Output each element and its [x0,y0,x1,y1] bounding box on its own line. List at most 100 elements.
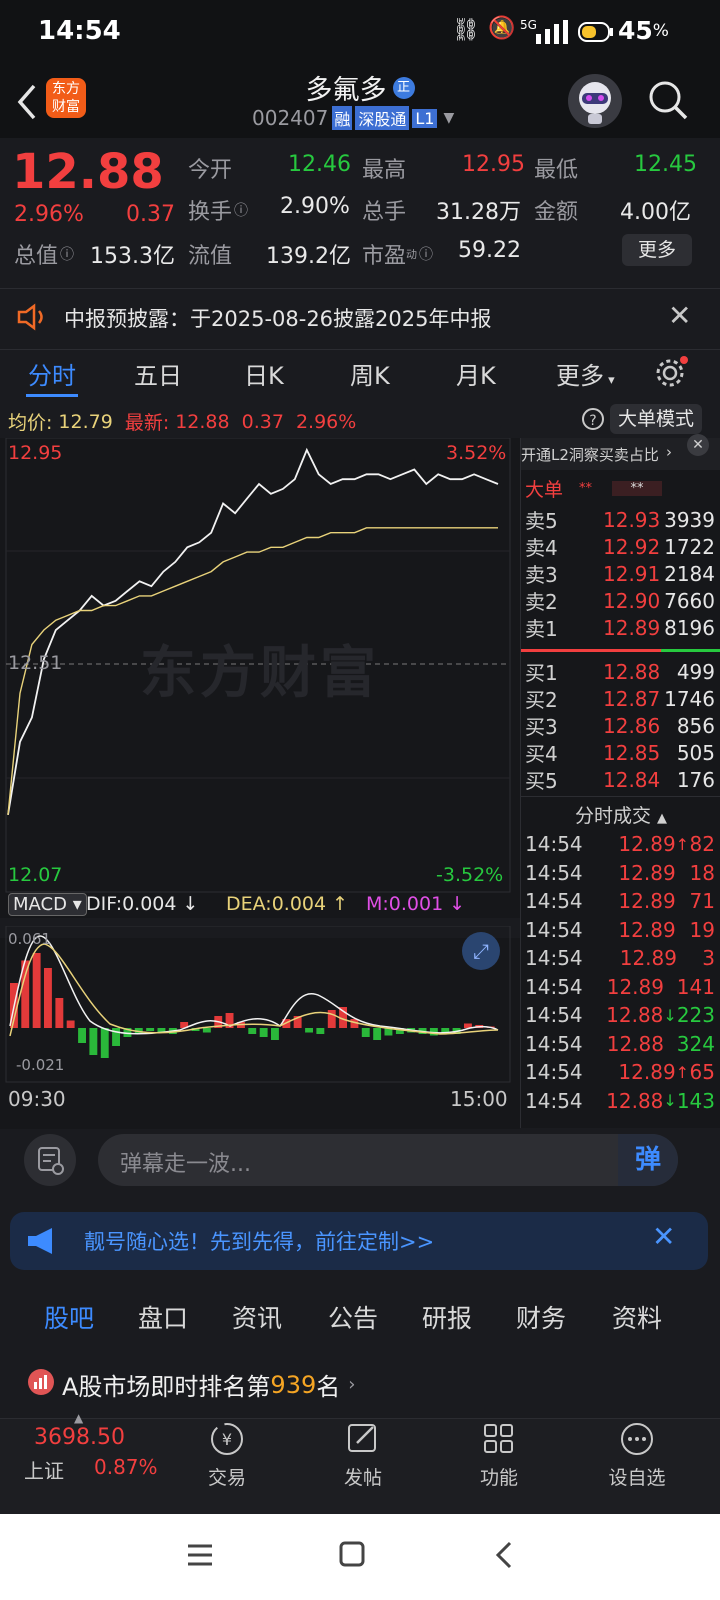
tab-news[interactable]: 资讯 [232,1299,282,1335]
l2-banner[interactable]: 开通L2洞察买卖占比 › ✕ [521,434,720,470]
expand-icon[interactable]: ⤢ [462,932,500,970]
megaphone-icon [26,1226,60,1260]
notice-text: 中报预披露：于2025-08-26披露2025年中报 [64,307,492,331]
more-button[interactable]: 更多 [622,234,692,266]
tab-announcement[interactable]: 公告 [328,1299,378,1335]
danmu-settings-icon[interactable] [24,1134,76,1186]
section-tabs: 股吧 盘口 资讯 公告 研报 财务 资料 [0,1285,720,1354]
avg-info: 均价: 12.79 最新: 12.88 0.37 2.96% [8,408,356,435]
tab-monthly-k[interactable]: 月K [456,356,496,391]
speaker-icon [16,303,48,335]
index-pct[interactable]: 0.87% [94,1455,158,1479]
tab-weekly-k[interactable]: 周K [350,356,390,391]
bid-row[interactable]: 买5 12.84 176 [521,766,720,794]
close-banner-icon[interactable]: ✕ [687,434,709,456]
mktcap-value: 153.3亿 [90,244,175,269]
danmu-send-button[interactable]: 弹 [618,1134,678,1186]
tick-row: 14:54 12.88 ↓ 223 [525,1003,715,1028]
macd-svg [5,926,511,1083]
promo-close-icon[interactable]: ✕ [652,1220,675,1253]
robot-assistant-icon[interactable] [568,74,622,128]
intraday-chart[interactable]: 东方财富 12.95 3.52% 12.51 12.07 -3.52% [0,438,520,918]
tab-guba[interactable]: 股吧 [44,1299,94,1335]
tick-row: 14:54 12.88 ↓ 143 [525,1088,715,1113]
ask-row[interactable]: 卖5 12.93 3939 [521,506,720,534]
bid-row[interactable]: 买4 12.85 505 [521,739,720,767]
macd-bar [44,968,52,1028]
ask-row[interactable]: 卖2 12.90 7660 [521,587,720,615]
home-icon[interactable] [338,1540,366,1572]
info-icon[interactable]: ⓘ [60,244,74,264]
help-icon[interactable]: ? [582,408,604,430]
dea-value: DEA:0.004 ↑ [226,893,349,915]
close-icon[interactable]: ✕ [668,299,691,332]
pe-label: 市盈动 ⓘ [362,244,434,269]
tab-daily-k[interactable]: 日K [244,356,284,391]
tab-five-day[interactable]: 五日 [134,356,182,391]
change-value: 0.37 [126,202,175,227]
ask-row[interactable]: 卖4 12.92 1722 [521,533,720,561]
tag-connect: 深股通 [355,106,410,130]
index-value[interactable]: 3698.50 [34,1425,125,1450]
macd-bar [66,1020,75,1028]
tick-row: 14:54 12.89 18 [525,860,715,885]
recent-apps-icon[interactable] [186,1542,214,1572]
open-value: 12.46 [288,152,351,177]
watermark: 东方财富 [140,641,380,706]
nav-trade[interactable]: ¥ 交易 [202,1419,252,1490]
bid-row[interactable]: 买3 12.86 856 [521,712,720,740]
info-icon[interactable]: ⓘ [419,244,433,264]
bid-row[interactable]: 买2 12.87 1746 [521,685,720,713]
tab-more[interactable]: 更多 ▾ [556,356,615,391]
float-value: 139.2亿 [266,244,351,269]
tick-list: 14:54 12.89 ↑ 82 14:54 12.89 18 14:54 12.89 71 14:… [521,830,720,1115]
index-name[interactable]: 上证 [24,1455,64,1484]
market-rank[interactable]: A股市场即时排名第 939 名 › [0,1353,720,1423]
tick-row: 14:54 12.89 141 [525,974,715,999]
tab-finance[interactable]: 财务 [516,1299,566,1335]
macd-bar [55,998,64,1028]
chart-top-pct: 3.52% [446,442,507,464]
info-icon[interactable]: ⓘ [234,200,248,220]
rank-chart-icon [28,1369,54,1395]
nav-watchlist[interactable]: 设自选 [604,1419,670,1490]
margin-badge: 正 [392,76,415,99]
time-end: 15:00 [450,1087,508,1111]
nav-post[interactable]: 发帖 [338,1419,388,1490]
tick-row: 14:54 12.89 ↑ 65 [525,1060,715,1085]
search-icon[interactable] [646,78,690,126]
mktcap-label: 总值 ⓘ [14,244,75,269]
ask-row[interactable]: 卖3 12.91 2184 [521,560,720,588]
bid-list: 买1 12.88 499 买2 12.87 1746 买3 12.86 856 买4 12.8… [521,658,720,794]
macd-selector[interactable]: MACD ▾ [8,893,87,916]
volume-label: 总手 [362,200,407,225]
chevron-right-icon: › [348,1374,356,1395]
danmu-placeholder: 弹幕走一波... [120,1152,251,1177]
tab-pankou[interactable]: 盘口 [138,1299,188,1335]
tick-row: 14:54 12.89 71 [525,889,715,914]
chart-tabs: 分时 五日 日K 周K 月K 更多 ▾ [0,350,720,402]
danmu-input[interactable]: 弹幕走一波... 弹 [98,1134,678,1186]
tick-row: 14:54 12.89 3 [525,946,715,971]
dropdown-icon[interactable]: ▼ [443,110,454,126]
tab-research[interactable]: 研报 [422,1299,472,1335]
tab-profile[interactable]: 资料 [612,1299,662,1335]
bid-row[interactable]: 买1 12.88 499 [521,658,720,686]
notice-bar[interactable]: 中报预披露：于2025-08-26披露2025年中报 ✕ [0,288,720,350]
big-order-mode-button[interactable]: 大单模式 [610,404,702,434]
nav-functions[interactable]: 功能 [474,1419,524,1490]
ticks-title[interactable]: 分时成交 ▲ [521,796,720,827]
tab-intraday[interactable]: 分时 [28,356,76,391]
time-start: 09:30 [8,1087,66,1111]
caret-up-icon: ▲ [74,1411,84,1425]
promo-banner[interactable]: 靓号随心选！先到先得，前往定制>> ✕ [10,1212,708,1270]
ask-row[interactable]: 卖1 12.89 8196 [521,614,720,642]
dif-value: DIF:0.004 ↓ [86,893,199,915]
macd-bar [100,1028,109,1058]
stock-code-row: 002407 融 深股通 L1 ▼ [252,106,454,130]
settings-icon[interactable] [654,356,688,394]
macd-chart[interactable]: 0.061 -0.021 ⤢ [0,926,520,1098]
tag-margin: 融 [332,106,353,130]
back-nav-icon[interactable] [494,1540,514,1574]
quote-panel: 12.88 2.96% 0.37 今开 12.46 最高 12.95 最低 12… [0,138,720,288]
